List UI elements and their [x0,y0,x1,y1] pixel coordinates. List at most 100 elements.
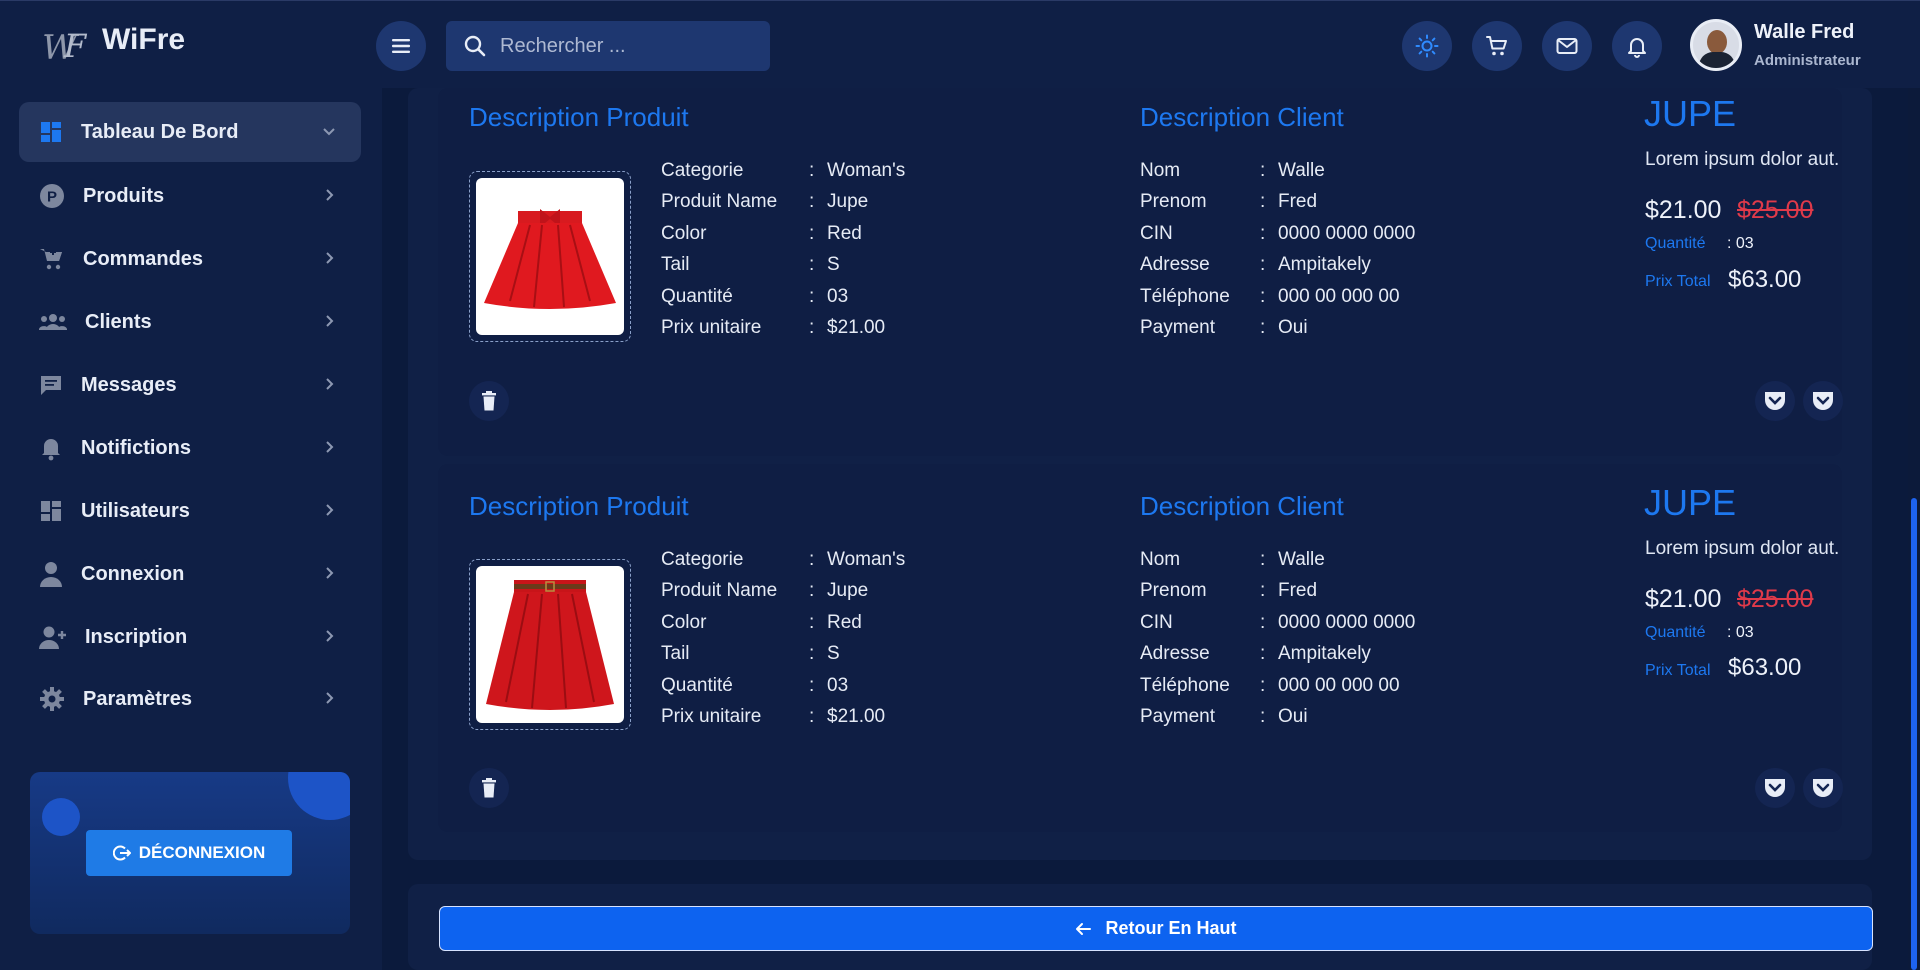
sidebar-item-label: Paramètres [83,687,192,710]
chevron-right-icon [326,504,334,516]
logout-button[interactable]: DÉCONNEXION [86,830,292,876]
gear-icon [40,687,64,711]
delete-button[interactable] [469,381,509,421]
sidebar-item-label: Messages [81,373,177,396]
total-label: Prix Total [1645,662,1711,679]
mail-button[interactable] [1542,21,1592,71]
bell-icon [42,439,60,461]
dashboard-icon [41,122,61,142]
sidebar-item-label: Notifictions [81,436,191,459]
red-skirt-bow-image [484,208,616,309]
pocket-button[interactable] [1755,768,1795,808]
back-to-top-button[interactable]: Retour En Haut [439,906,1873,951]
bell-icon [1628,38,1646,58]
sidebar-item-notifictions[interactable]: Notifictions [19,418,361,478]
top-bar: W F WiFre Rechercher ... Walle Fred Admi… [0,0,1920,88]
sidebar-item-connexion[interactable]: Connexion [19,544,361,604]
client-details: Nom: Walle Prenom: Fred CIN:0000 0000 0000… [1140,548,1416,728]
current-price: $21.00 [1645,585,1722,613]
product-section-title: Description Produit [469,102,689,132]
product-p-icon: P [40,184,64,208]
sidebar-item-label: Utilisateurs [81,499,190,522]
pocket-button[interactable] [1755,381,1795,421]
current-price: $21.00 [1645,196,1722,224]
sidebar-item-label: Commandes [83,247,204,270]
product-image[interactable] [469,171,631,342]
brand-logo[interactable]: W F WiFre [40,23,186,67]
sidebar-item-clients[interactable]: Clients [19,292,361,352]
logout-label: DÉCONNEXION [138,843,266,862]
chevron-right-icon [326,630,334,642]
product-title: JUPE [1644,93,1737,134]
brand-name: WiFre [102,23,186,56]
pocket-button[interactable] [1803,381,1843,421]
red-skirt-belt-image [486,579,614,710]
chevron-right-icon [326,378,334,390]
chevron-right-icon [326,252,334,264]
sidebar-item-commandes[interactable]: Commandes [19,229,361,289]
avatar[interactable] [1690,19,1742,71]
logout-card: DÉCONNEXION [30,772,350,934]
sidebar-item-inscription[interactable]: Inscription [19,607,361,667]
sidebar-item-label: Inscription [85,625,188,648]
pocket-button[interactable] [1803,768,1843,808]
delete-button[interactable] [469,768,509,808]
user-profile[interactable]: Walle Fred Administrateur [1690,19,1861,71]
clients-icon [39,314,67,330]
chevron-down-icon [323,128,335,136]
chevron-right-icon [326,567,334,579]
svg-text:F: F [63,27,88,65]
wf-monogram-icon: W F [42,27,88,67]
old-price: $25.00 [1737,585,1814,613]
arrow-left-icon [1076,922,1092,935]
pocket-icon [1765,779,1785,797]
sidebar-item-label: Connexion [81,562,185,585]
search-icon [464,35,486,57]
old-price: $25.00 [1737,196,1814,224]
search-input[interactable] [500,34,750,58]
person-icon [40,562,62,587]
pocket-icon [1813,392,1833,410]
chevron-right-icon [326,441,334,453]
sidebar-item-messages[interactable]: Messages [19,355,361,415]
message-icon [41,376,61,395]
search-bar[interactable] [446,21,770,71]
client-section-title: Description Client [1140,491,1344,521]
quantity-value: : 03 [1727,624,1754,641]
total-label: Prix Total [1645,273,1711,290]
product-details: Categorie: Woman's Produit Name: Jupe Colo… [661,548,906,728]
product-title: JUPE [1644,482,1737,523]
quantity-label: Quantité [1645,235,1706,252]
client-details: Nom: Walle Prenom: Fred CIN:0000 0000 0000… [1140,159,1416,339]
product-image[interactable] [469,559,631,730]
person-add-icon [39,626,66,649]
user-role: Administrateur [1754,52,1861,69]
sidebar-item-label: Produits [83,184,165,207]
quantity-value: : 03 [1727,235,1754,252]
logout-icon [112,845,131,861]
client-section-title: Description Client [1140,102,1344,132]
chevron-right-icon [326,189,334,201]
product-description: Lorem ipsum dolor aut. [1645,538,1840,559]
sidebar-item-tableau-de-bord[interactable]: Tableau De Bord [19,102,361,162]
sidebar: Tableau De Bord P Produits Commandes Cli… [0,88,382,970]
back-to-top-label: Retour En Haut [1105,918,1237,938]
hamburger-menu-button[interactable] [376,21,426,71]
theme-toggle-button[interactable] [1402,21,1452,71]
notification-button[interactable] [1612,21,1662,71]
trash-icon [482,391,496,411]
sidebar-item-produits[interactable]: P Produits [19,166,361,226]
svg-text:P: P [47,189,57,206]
scrollbar-thumb[interactable] [1911,498,1917,970]
cart-button[interactable] [1472,21,1522,71]
sidebar-item-utilisateurs[interactable]: Utilisateurs [19,481,361,541]
chevron-right-icon [326,315,334,327]
pocket-icon [1813,779,1833,797]
hamburger-icon [392,39,410,53]
product-description: Lorem ipsum dolor aut. [1645,149,1840,170]
cart-icon [1486,36,1507,56]
total-value: $63.00 [1728,266,1802,293]
product-details: Categorie: Woman's Produit Name: Jupe Colo… [661,159,906,339]
sidebar-item-parametres[interactable]: Paramètres [19,669,361,729]
chevron-right-icon [326,692,334,704]
